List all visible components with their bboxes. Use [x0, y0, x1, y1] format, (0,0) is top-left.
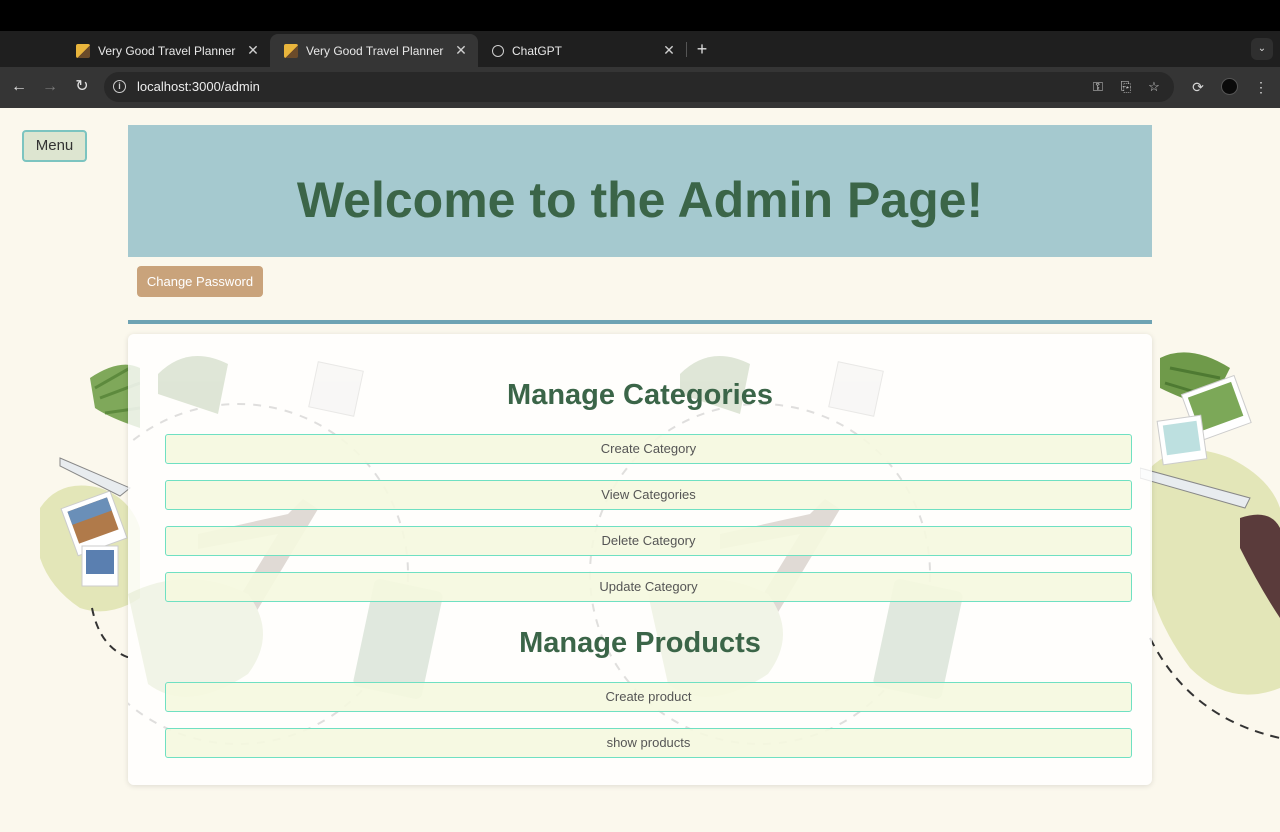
tab-search-chevron-icon[interactable]: ⌄ — [1251, 38, 1273, 60]
tab-title: Very Good Travel Planner — [98, 43, 236, 58]
travel-decoration-left-icon — [40, 364, 140, 658]
admin-panel: Manage Categories Create Category View C… — [128, 334, 1152, 785]
view-categories-button[interactable]: View Categories — [165, 480, 1132, 510]
tab-separator — [686, 42, 687, 57]
install-app-icon[interactable]: ⎘ — [1116, 77, 1136, 97]
close-tab-icon[interactable]: ✕ — [246, 42, 260, 59]
window-top-bar — [0, 0, 1280, 31]
create-category-button[interactable]: Create Category — [165, 434, 1132, 464]
profile-avatar[interactable] — [1221, 78, 1238, 95]
update-category-button[interactable]: Update Category — [165, 572, 1132, 602]
bookmark-star-icon[interactable]: ☆ — [1144, 77, 1164, 97]
change-password-button[interactable]: Change Password — [137, 266, 263, 297]
page-body: Menu Welcome to the Admin Page! Change P… — [0, 108, 1280, 832]
tab-title: Very Good Travel Planner — [306, 43, 444, 58]
delete-category-button[interactable]: Delete Category — [165, 526, 1132, 556]
tab-travel-planner-1[interactable]: Very Good Travel Planner ✕ — [62, 34, 270, 67]
tab-title: ChatGPT — [512, 43, 563, 58]
tab-chatgpt[interactable]: ChatGPT ✕ — [478, 34, 686, 67]
extensions-icon[interactable]: ⟳ — [1187, 76, 1209, 98]
travel-decoration-right-icon — [1140, 352, 1280, 739]
menu-button[interactable]: Menu — [22, 130, 87, 162]
manage-products-heading: Manage Products — [519, 627, 761, 659]
reload-icon[interactable]: ↻ — [71, 76, 93, 98]
travel-planner-favicon-icon — [76, 43, 90, 58]
site-info-icon[interactable]: i — [113, 80, 126, 93]
forward-arrow-icon[interactable]: → — [39, 76, 61, 98]
url-text[interactable]: localhost:3000/admin — [137, 79, 260, 94]
chatgpt-favicon-icon — [492, 44, 504, 57]
address-bar[interactable]: i localhost:3000/admin ⚿ ⎘ ☆ — [104, 72, 1174, 102]
section-divider — [128, 320, 1152, 324]
travel-planner-favicon-icon — [284, 43, 298, 58]
manage-categories-heading: Manage Categories — [507, 379, 773, 411]
tab-strip: Very Good Travel Planner ✕ Very Good Tra… — [0, 31, 1280, 67]
close-tab-icon[interactable]: ✕ — [454, 42, 468, 59]
create-product-button[interactable]: Create product — [165, 682, 1132, 712]
more-menu-icon[interactable]: ⋮ — [1250, 76, 1272, 98]
browser-toolbar: ← → ↻ i localhost:3000/admin ⚿ ⎘ ☆ ⟳ ⋮ — [0, 67, 1280, 108]
password-key-icon[interactable]: ⚿ — [1088, 77, 1108, 97]
close-tab-icon[interactable]: ✕ — [662, 42, 676, 59]
page-title: Welcome to the Admin Page! — [296, 172, 984, 228]
new-tab-icon[interactable]: + — [692, 39, 712, 59]
show-products-button[interactable]: show products — [165, 728, 1132, 758]
welcome-banner: Welcome to the Admin Page! — [128, 125, 1152, 257]
tab-travel-planner-2[interactable]: Very Good Travel Planner ✕ — [270, 34, 478, 67]
back-arrow-icon[interactable]: ← — [8, 76, 30, 98]
